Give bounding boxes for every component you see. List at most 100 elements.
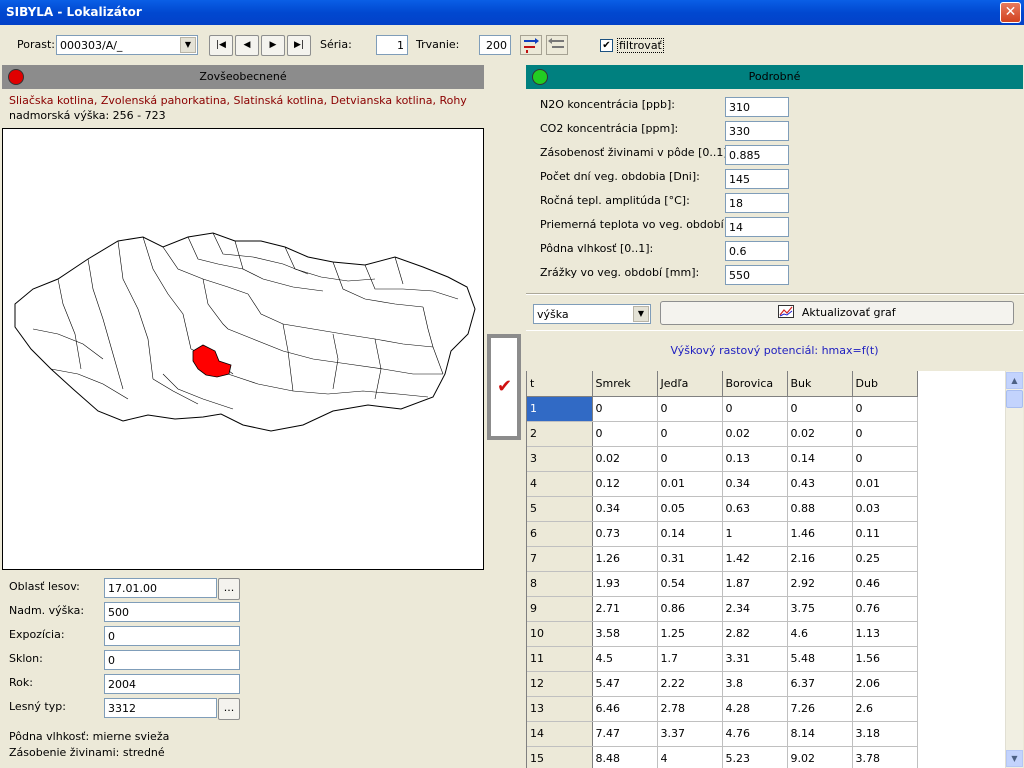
- row-header-cell[interactable]: 2: [527, 421, 593, 447]
- table-cell[interactable]: 0.02: [722, 421, 788, 447]
- row-header-cell[interactable]: 5: [527, 496, 593, 522]
- row-header-cell[interactable]: 7: [527, 546, 593, 572]
- row-header-cell[interactable]: 9: [527, 596, 593, 622]
- table-cell[interactable]: 1.56: [852, 646, 918, 672]
- table-row[interactable]: 10 3.58 1.25 2.82 4.6 1.13: [527, 621, 918, 647]
- table-row[interactable]: 14 7.47 3.37 4.76 8.14 3.18: [527, 721, 918, 747]
- param-input-soil-moisture[interactable]: 0.6: [725, 241, 789, 261]
- column-header-jedla[interactable]: Jedľa: [657, 371, 723, 397]
- next-record-button[interactable]: ▶: [261, 35, 285, 56]
- row-header-cell[interactable]: 12: [527, 671, 593, 697]
- column-header-borovica[interactable]: Borovica: [722, 371, 788, 397]
- oblast-lesov-browse-button[interactable]: ...: [218, 578, 240, 600]
- table-cell[interactable]: 4.5: [592, 646, 658, 672]
- row-header-cell[interactable]: 10: [527, 621, 593, 647]
- table-row[interactable]: 7 1.26 0.31 1.42 2.16 0.25: [527, 546, 918, 572]
- param-input-co2[interactable]: 330: [725, 121, 789, 141]
- table-cell[interactable]: 3.18: [852, 721, 918, 747]
- table-cell[interactable]: 3.8: [722, 671, 788, 697]
- table-cell[interactable]: 0.34: [592, 496, 658, 522]
- table-cell[interactable]: 8.14: [787, 721, 853, 747]
- row-header-cell[interactable]: 15: [527, 746, 593, 768]
- table-cell[interactable]: 0.73: [592, 521, 658, 547]
- table-cell[interactable]: 2.16: [787, 546, 853, 572]
- param-input-nutrients[interactable]: 0.885: [725, 145, 789, 165]
- filter-checkbox[interactable]: ✔: [600, 39, 613, 52]
- row-header-cell[interactable]: 3: [527, 446, 593, 472]
- table-cell[interactable]: 5.23: [722, 746, 788, 768]
- table-cell[interactable]: 0.14: [657, 521, 723, 547]
- grid-scrollbar[interactable]: ▲ ▼: [1005, 371, 1023, 768]
- table-row[interactable]: 12 5.47 2.22 3.8 6.37 2.06: [527, 671, 918, 697]
- row-header-cell[interactable]: 14: [527, 721, 593, 747]
- table-row[interactable]: 3 0.02 0 0.13 0.14 0: [527, 446, 918, 472]
- table-cell[interactable]: 4.6: [787, 621, 853, 647]
- table-cell[interactable]: 7.47: [592, 721, 658, 747]
- table-cell[interactable]: 4: [657, 746, 723, 768]
- nadm-vyska-input[interactable]: 500: [104, 602, 240, 622]
- table-cell[interactable]: 0: [722, 396, 788, 422]
- table-row[interactable]: 9 2.71 0.86 2.34 3.75 0.76: [527, 596, 918, 622]
- table-cell[interactable]: 0: [787, 396, 853, 422]
- table-cell[interactable]: 2.34: [722, 596, 788, 622]
- chevron-down-icon[interactable]: ▼: [633, 306, 649, 322]
- table-cell[interactable]: 2.71: [592, 596, 658, 622]
- table-cell[interactable]: 4.76: [722, 721, 788, 747]
- lesny-typ-input[interactable]: 3312: [104, 698, 217, 718]
- table-row[interactable]: 11 4.5 1.7 3.31 5.48 1.56: [527, 646, 918, 672]
- param-input-veg-days[interactable]: 145: [725, 169, 789, 189]
- table-cell[interactable]: 0: [592, 421, 658, 447]
- data-grid[interactable]: t Smrek Jedľa Borovica Buk Dub 100000200…: [526, 371, 1023, 768]
- rok-input[interactable]: 2004: [104, 674, 240, 694]
- table-row[interactable]: 15 8.48 4 5.23 9.02 3.78: [527, 746, 918, 768]
- chevron-down-icon[interactable]: ▼: [180, 37, 196, 53]
- table-cell[interactable]: 3.75: [787, 596, 853, 622]
- param-input-avg-temp[interactable]: 14: [725, 217, 789, 237]
- row-header-cell[interactable]: 6: [527, 521, 593, 547]
- prev-record-button[interactable]: ◀: [235, 35, 259, 56]
- expozicia-input[interactable]: 0: [104, 626, 240, 646]
- scroll-up-button[interactable]: ▲: [1006, 372, 1023, 389]
- table-cell[interactable]: 3.78: [852, 746, 918, 768]
- table-row[interactable]: 8 1.93 0.54 1.87 2.92 0.46: [527, 571, 918, 597]
- last-record-button[interactable]: ▶|: [287, 35, 311, 56]
- table-cell[interactable]: 0: [852, 421, 918, 447]
- row-header-cell[interactable]: 11: [527, 646, 593, 672]
- table-cell[interactable]: 0.03: [852, 496, 918, 522]
- table-cell[interactable]: 0.31: [657, 546, 723, 572]
- table-cell[interactable]: 1.26: [592, 546, 658, 572]
- table-cell[interactable]: 1.42: [722, 546, 788, 572]
- column-header-smrek[interactable]: Smrek: [592, 371, 658, 397]
- row-header-cell[interactable]: 13: [527, 696, 593, 722]
- table-row[interactable]: 2 0 0 0.02 0.02 0: [527, 421, 918, 447]
- row-header-cell[interactable]: 4: [527, 471, 593, 497]
- slovakia-map[interactable]: [2, 128, 484, 570]
- column-header-t[interactable]: t: [527, 371, 593, 397]
- remove-series-button[interactable]: [546, 35, 568, 55]
- param-input-n2o[interactable]: 310: [725, 97, 789, 117]
- table-cell[interactable]: 7.26: [787, 696, 853, 722]
- table-cell[interactable]: 0: [852, 446, 918, 472]
- param-input-precip[interactable]: 550: [725, 265, 789, 285]
- row-header-cell[interactable]: 8: [527, 571, 593, 597]
- table-cell[interactable]: 2.82: [722, 621, 788, 647]
- table-cell[interactable]: 1.87: [722, 571, 788, 597]
- table-cell[interactable]: 6.37: [787, 671, 853, 697]
- table-cell[interactable]: 0: [657, 421, 723, 447]
- table-cell[interactable]: 1.25: [657, 621, 723, 647]
- table-cell[interactable]: 0.13: [722, 446, 788, 472]
- table-row[interactable]: 4 0.12 0.01 0.34 0.43 0.01: [527, 471, 918, 497]
- table-cell[interactable]: 2.6: [852, 696, 918, 722]
- table-cell[interactable]: 5.48: [787, 646, 853, 672]
- table-cell[interactable]: 0.86: [657, 596, 723, 622]
- scroll-thumb[interactable]: [1006, 390, 1023, 408]
- table-cell[interactable]: 6.46: [592, 696, 658, 722]
- table-cell[interactable]: 9.02: [787, 746, 853, 768]
- table-cell[interactable]: 0.88: [787, 496, 853, 522]
- table-cell[interactable]: 4.28: [722, 696, 788, 722]
- table-cell[interactable]: 0.12: [592, 471, 658, 497]
- table-cell[interactable]: 1.13: [852, 621, 918, 647]
- filter-label[interactable]: filtrovať: [617, 38, 664, 53]
- map-canvas[interactable]: [3, 129, 483, 569]
- table-cell[interactable]: 0: [657, 396, 723, 422]
